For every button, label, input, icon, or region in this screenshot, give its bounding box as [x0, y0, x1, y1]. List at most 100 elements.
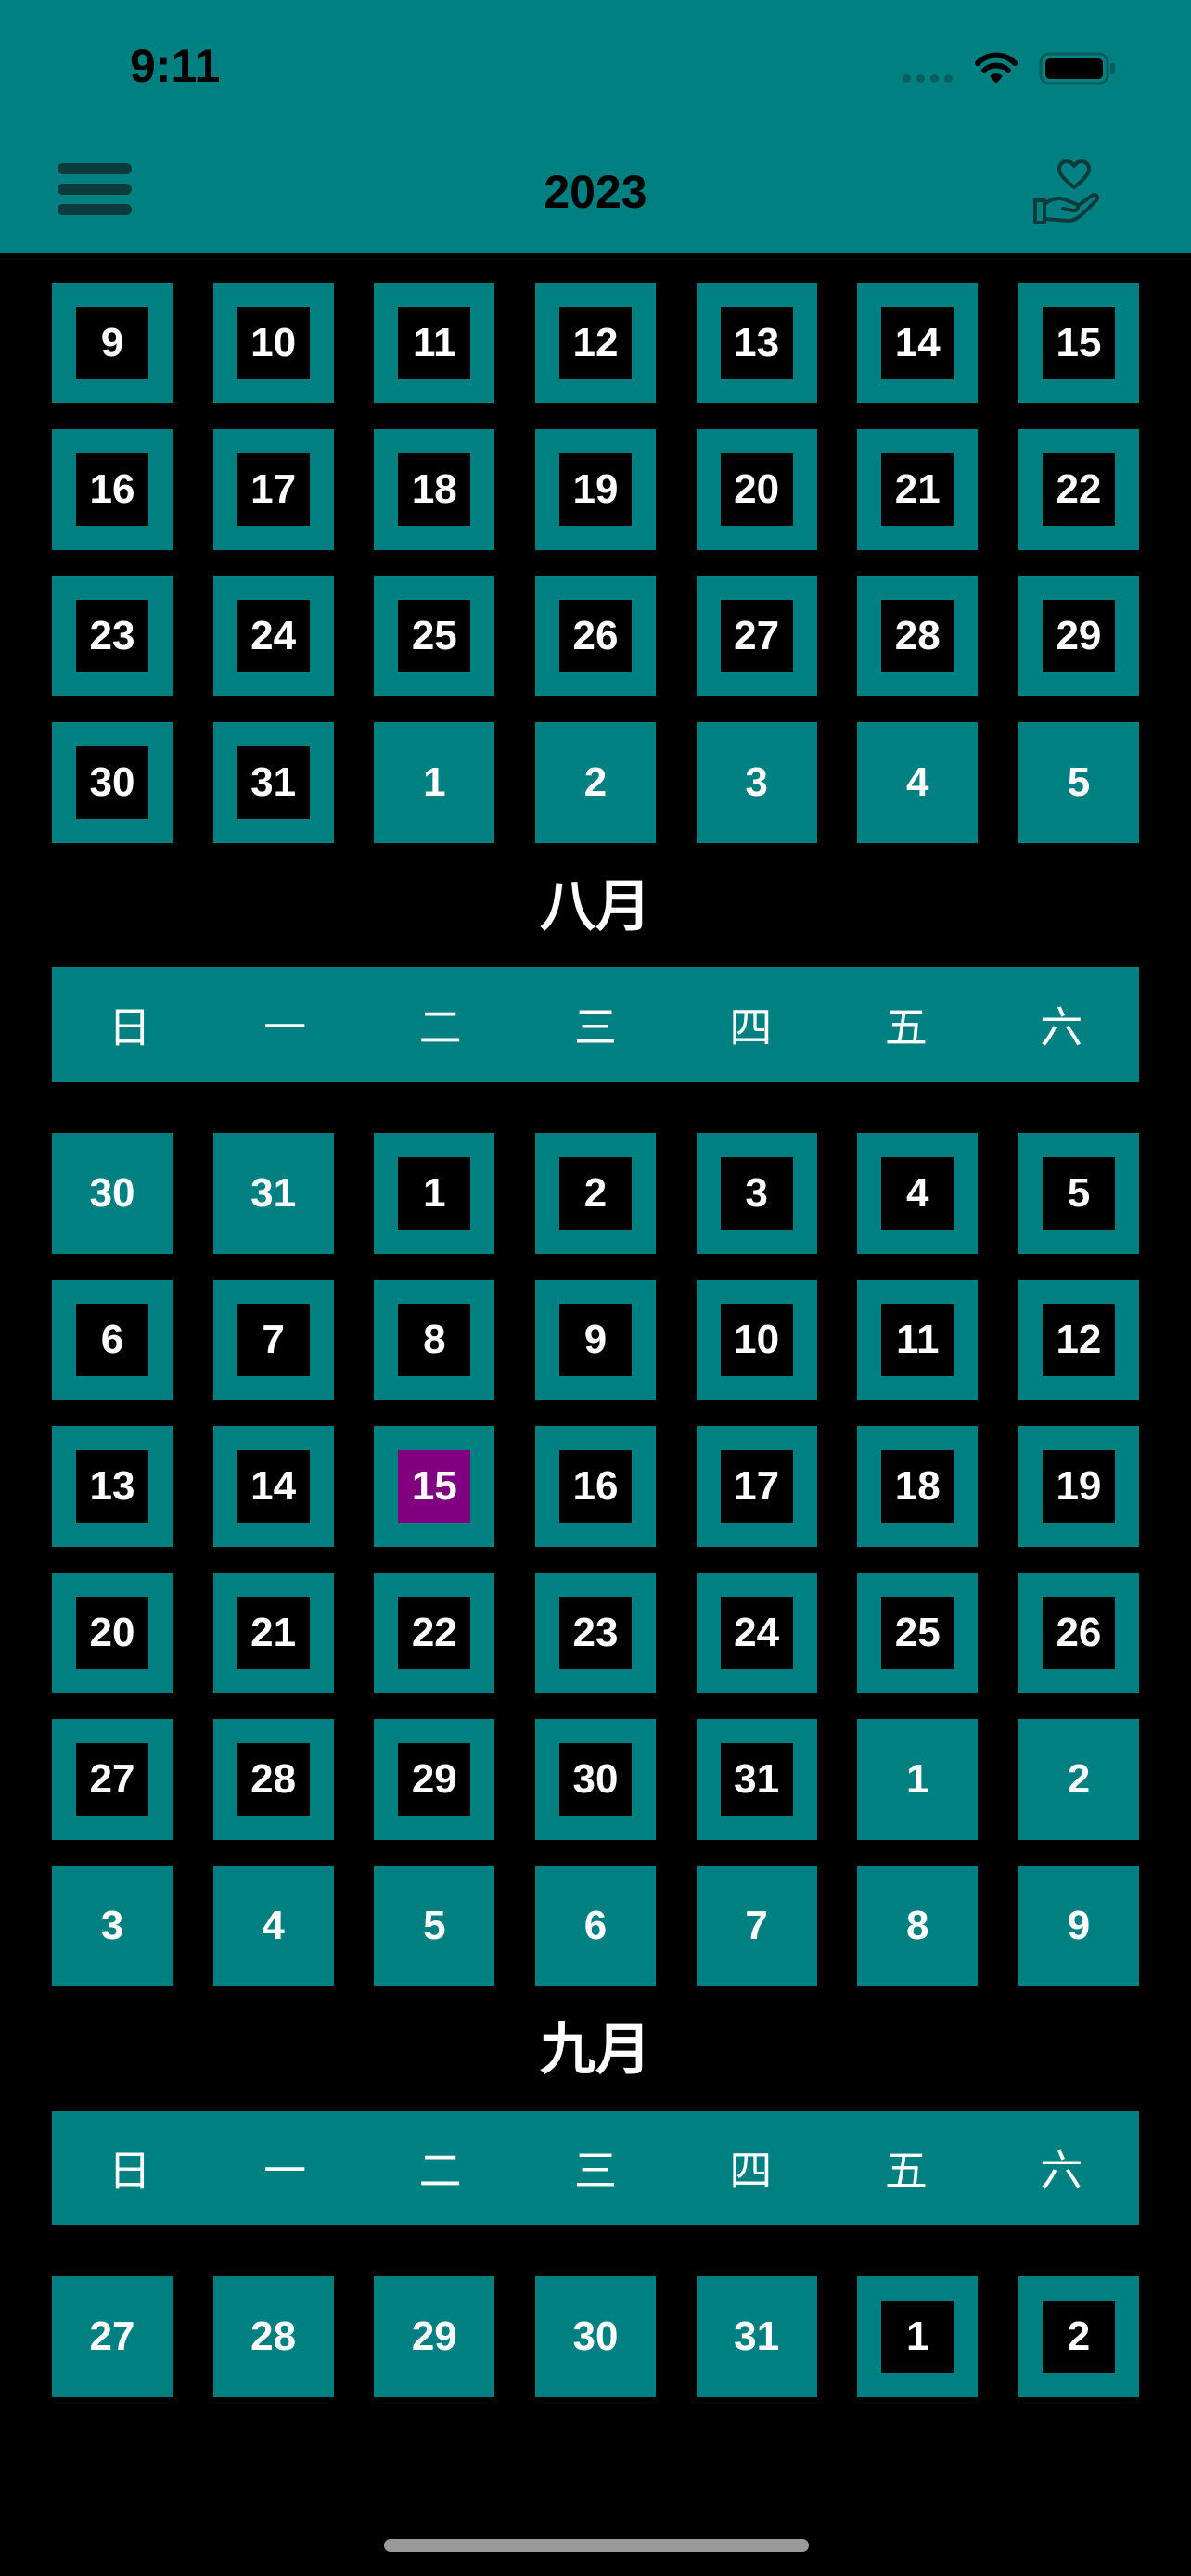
day-cell[interactable]: 27	[52, 1719, 173, 1840]
month-title-august: 八月	[540, 874, 651, 939]
day-cell[interactable]: 9	[534, 1280, 656, 1400]
day-cell[interactable]: 11	[374, 283, 495, 403]
day-cell[interactable]: 8	[374, 1280, 495, 1400]
day-cell[interactable]: 31	[696, 1719, 817, 1840]
calendar-scroll-view[interactable]: 9 10 11 12 13 14 15 16 17 18 19 20 21 22 23 24 25 26 27 28 2…	[0, 253, 1191, 2576]
day-cell-adjacent-month[interactable]: 31	[696, 2276, 817, 2397]
day-cell[interactable]: 18	[857, 1426, 979, 1547]
day-number: 30	[89, 1170, 135, 1216]
day-cell[interactable]: 20	[52, 1573, 173, 1693]
day-cell-adjacent-month[interactable]: 1	[374, 722, 495, 843]
day-cell[interactable]: 27	[696, 576, 817, 696]
day-cell-adjacent-month[interactable]: 8	[857, 1866, 979, 1986]
day-cell[interactable]: 6	[52, 1280, 173, 1400]
day-cell[interactable]: 10	[696, 1280, 817, 1400]
day-cell[interactable]: 20	[696, 429, 817, 550]
day-cell[interactable]: 17	[212, 429, 334, 550]
day-cell-adjacent-month[interactable]: 3	[52, 1866, 173, 1986]
day-cell[interactable]: 11	[857, 1280, 979, 1400]
day-cell[interactable]: 22	[374, 1573, 495, 1693]
day-cell[interactable]: 29	[374, 1719, 495, 1840]
day-cell[interactable]: 18	[374, 429, 495, 550]
day-cell[interactable]: 17	[696, 1426, 817, 1547]
day-cell[interactable]: 25	[857, 1573, 979, 1693]
day-cell[interactable]: 26	[534, 576, 656, 696]
day-cell-adjacent-month[interactable]: 4	[857, 722, 979, 843]
day-cell[interactable]: 25	[374, 576, 495, 696]
day-cell-adjacent-month[interactable]: 9	[1018, 1866, 1139, 1986]
day-number: 1	[398, 1157, 471, 1230]
day-cell[interactable]: 12	[534, 283, 656, 403]
day-number: 3	[720, 1157, 793, 1230]
weekday-label: 一	[263, 1002, 307, 1052]
day-cell[interactable]: 9	[52, 283, 173, 403]
day-cell[interactable]: 22	[1018, 429, 1139, 550]
day-cell[interactable]: 16	[534, 1426, 656, 1547]
day-cell[interactable]: 24	[212, 576, 334, 696]
day-cell-adjacent-month[interactable]: 3	[696, 722, 817, 843]
day-cell[interactable]: 1	[857, 2276, 979, 2397]
day-cell[interactable]: 4	[857, 1133, 979, 1254]
day-cell[interactable]: 2	[1018, 2276, 1139, 2397]
day-cell[interactable]: 21	[857, 429, 979, 550]
day-cell[interactable]: 26	[1018, 1573, 1139, 1693]
day-cell-adjacent-month[interactable]: 30	[52, 1133, 173, 1254]
day-number: 30	[572, 2314, 619, 2359]
day-cell-adjacent-month[interactable]: 7	[696, 1866, 817, 1986]
day-number: 27	[76, 1743, 148, 1816]
day-cell[interactable]: 10	[212, 283, 334, 403]
day-cell-today[interactable]: 15	[374, 1426, 495, 1547]
month-title-september: 九月	[540, 2018, 651, 2083]
day-cell[interactable]: 2	[534, 1133, 656, 1254]
day-cell-adjacent-month[interactable]: 5	[1018, 722, 1139, 843]
day-cell[interactable]: 23	[534, 1573, 656, 1693]
donate-heart-hand-icon[interactable]	[1031, 159, 1102, 226]
day-cell[interactable]: 16	[52, 429, 173, 550]
day-cell[interactable]: 3	[696, 1133, 817, 1254]
day-cell-adjacent-month[interactable]: 28	[212, 2276, 334, 2397]
day-number: 7	[745, 1903, 768, 1948]
day-cell[interactable]: 13	[696, 283, 817, 403]
day-cell-adjacent-month[interactable]: 4	[212, 1866, 334, 1986]
day-number: 2	[1067, 1756, 1091, 1802]
day-cell[interactable]: 7	[212, 1280, 334, 1400]
day-cell[interactable]: 5	[1018, 1133, 1139, 1254]
day-cell[interactable]: 1	[374, 1133, 495, 1254]
day-cell-adjacent-month[interactable]: 2	[534, 722, 656, 843]
day-cell[interactable]: 19	[1018, 1426, 1139, 1547]
day-cell[interactable]: 14	[212, 1426, 334, 1547]
day-cell[interactable]: 30	[534, 1719, 656, 1840]
day-cell[interactable]: 28	[212, 1719, 334, 1840]
day-cell[interactable]: 31	[212, 722, 334, 843]
day-cell[interactable]: 23	[52, 576, 173, 696]
day-number: 14	[881, 307, 954, 379]
day-number: 9	[76, 307, 148, 379]
day-cell-adjacent-month[interactable]: 1	[857, 1719, 979, 1840]
day-cell[interactable]: 24	[696, 1573, 817, 1693]
day-cell-adjacent-month[interactable]: 5	[374, 1866, 495, 1986]
day-cell[interactable]: 19	[534, 429, 656, 550]
day-cell-adjacent-month[interactable]: 2	[1018, 1719, 1139, 1840]
day-cell[interactable]: 29	[1018, 576, 1139, 696]
day-number: 4	[262, 1903, 285, 1948]
day-cell-adjacent-month[interactable]: 27	[52, 2276, 173, 2397]
day-cell[interactable]: 30	[52, 722, 173, 843]
weekday-label: 五	[884, 2146, 928, 2196]
year-title: 2023	[544, 166, 647, 218]
day-cell[interactable]: 28	[857, 576, 979, 696]
day-cell-adjacent-month[interactable]: 31	[212, 1133, 334, 1254]
day-cell[interactable]: 14	[857, 283, 979, 403]
day-cell[interactable]: 15	[1018, 283, 1139, 403]
august-days-grid: 30 31 1 2 3 4 5 6 7 8 9 10 11 12 13 14 15 16 17 18 19 20 21 22 2…	[52, 1133, 1139, 1986]
day-cell[interactable]: 13	[52, 1426, 173, 1547]
july-days-grid: 9 10 11 12 13 14 15 16 17 18 19 20 21 22 23 24 25 26 27 28 2…	[52, 283, 1139, 843]
day-number: 8	[906, 1903, 929, 1948]
weekday-label: 四	[729, 1002, 773, 1052]
day-number: 23	[558, 1597, 632, 1669]
battery-icon	[1039, 52, 1115, 85]
day-cell-adjacent-month[interactable]: 30	[534, 2276, 656, 2397]
day-cell[interactable]: 21	[212, 1573, 334, 1693]
day-cell[interactable]: 12	[1018, 1280, 1139, 1400]
day-cell-adjacent-month[interactable]: 6	[534, 1866, 656, 1986]
day-cell-adjacent-month[interactable]: 29	[374, 2276, 495, 2397]
